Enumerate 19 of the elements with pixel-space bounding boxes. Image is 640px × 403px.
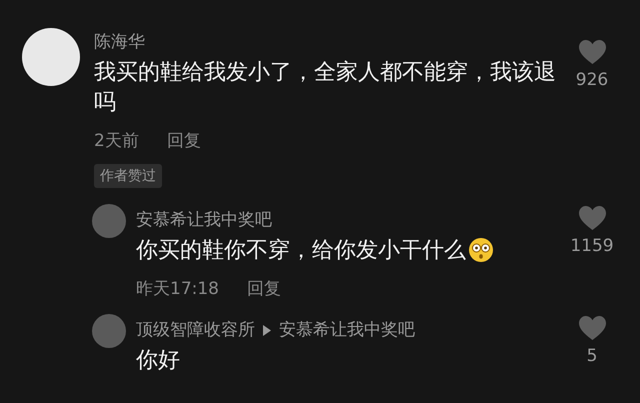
timestamp: 2天前: [94, 130, 139, 152]
like-count: 1159: [570, 236, 614, 256]
comment-text: 我买的鞋给我发小了，全家人都不能穿，我该退吗: [94, 59, 557, 117]
reply-target-username[interactable]: 安慕希让我中奖吧: [279, 318, 415, 342]
comment-text: 你买的鞋你不穿，给你发小干什么: [136, 236, 564, 266]
username[interactable]: 顶级智障收容所: [136, 318, 255, 342]
heart-icon[interactable]: [578, 316, 606, 340]
author-liked-badge: 作者赞过: [94, 164, 162, 188]
timestamp: 昨天17:18: [136, 278, 219, 300]
reply-link[interactable]: 回复: [166, 130, 201, 152]
reply-link[interactable]: 回复: [247, 278, 281, 300]
heart-icon[interactable]: [578, 206, 606, 230]
like-count: 5: [586, 346, 598, 366]
username[interactable]: 陈海华: [94, 30, 145, 54]
username[interactable]: 安慕希让我中奖吧: [136, 208, 272, 232]
play-icon: [263, 324, 271, 336]
heart-icon[interactable]: [578, 40, 606, 64]
comment-text: 你好: [136, 347, 181, 375]
like-count: 926: [576, 70, 608, 90]
